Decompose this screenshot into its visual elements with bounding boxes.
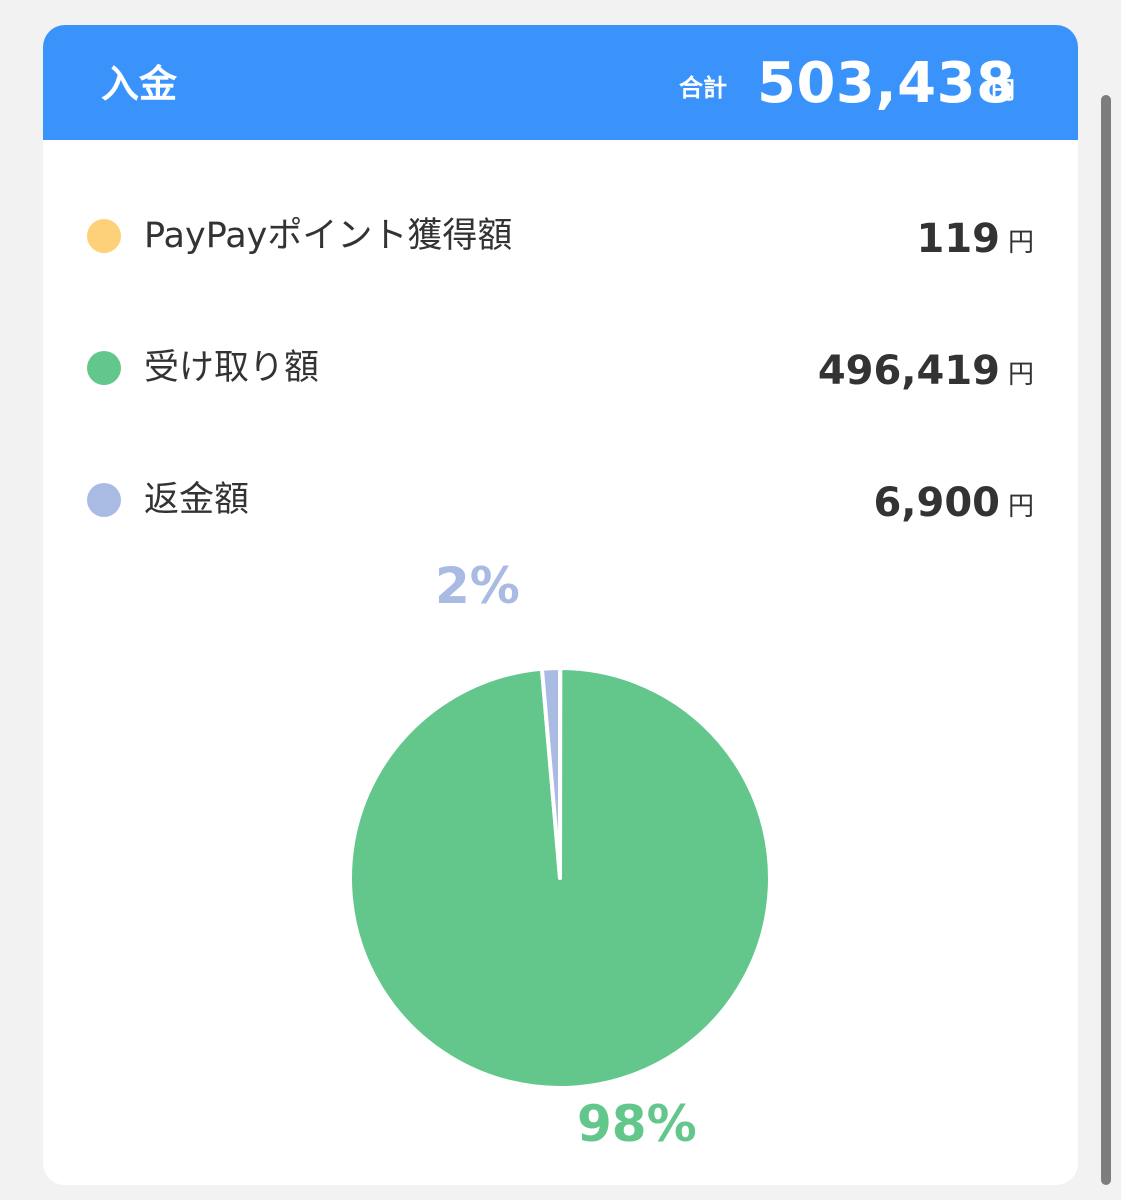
scrollbar[interactable] [1101,95,1111,1185]
card-title: 入金 [101,62,178,106]
pie-chart-area: 2% 98% [43,545,1078,1185]
legend-unit-received: 円 [1007,360,1034,390]
legend-item-refund: 返金額 6,900 円 [43,469,1078,529]
legend-label-points: PayPayポイント獲得額 [144,216,513,256]
legend-unit-points: 円 [1007,228,1034,258]
legend-label-received: 受け取り額 [144,348,320,388]
legend-value-refund: 6,900 [873,480,1000,526]
legend-dot-points [87,219,121,253]
pie-chart [348,665,772,1090]
total-label: 合計 [679,74,727,102]
card-header: 入金 合計 503,438 円 [43,25,1078,140]
legend-value-points: 119 [916,216,1001,262]
pie-label-received: 98% [577,1095,697,1153]
legend-dot-received [87,351,121,385]
legend-dot-refund [87,483,121,517]
legend-item-received: 受け取り額 496,419 円 [43,337,1078,397]
total-amount: 503,438 [757,51,1016,116]
legend-unit-refund: 円 [1007,492,1034,522]
legend-item-points: PayPayポイント獲得額 119 円 [43,205,1078,265]
total-unit: 円 [991,76,1015,104]
legend-value-received: 496,419 [817,348,1000,394]
legend-label-refund: 返金額 [144,480,250,520]
deposit-card: 入金 合計 503,438 円 PayPayポイント獲得額 119 円 受け取り… [43,25,1078,1185]
